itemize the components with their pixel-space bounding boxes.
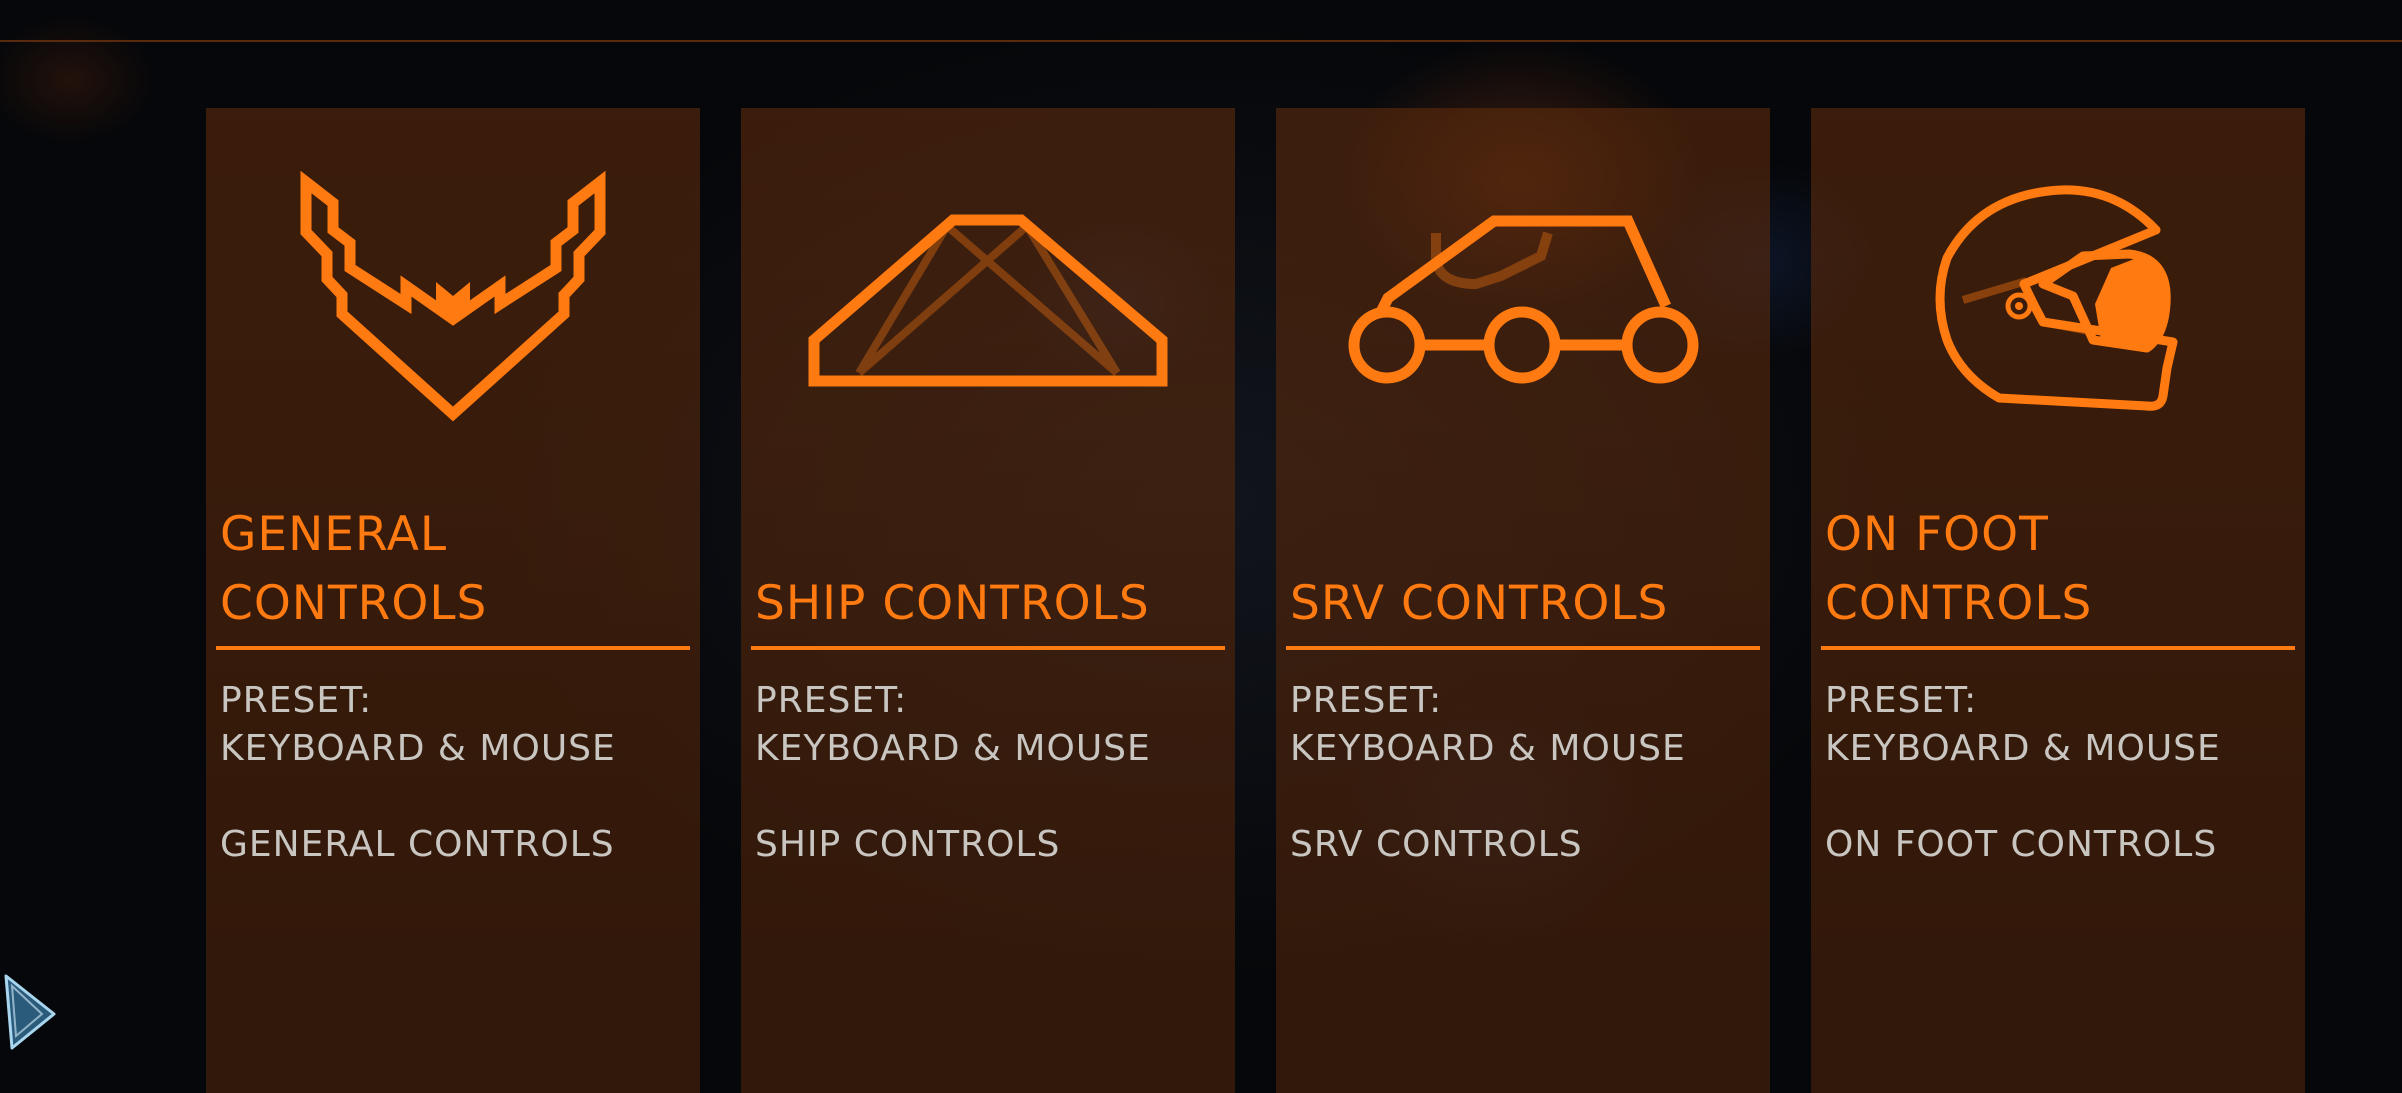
card-general-controls[interactable]: GENERAL CONTROLS PRESET: KEYBOARD & MOUS… [206, 108, 700, 1093]
section-label: ON FOOT CONTROLS [1825, 824, 2218, 865]
section-label: GENERAL CONTROLS [220, 824, 615, 865]
preset-value: KEYBOARD & MOUSE [1290, 728, 1686, 769]
preset-value: KEYBOARD & MOUSE [755, 728, 1151, 769]
card-title: GENERAL CONTROLS [220, 507, 488, 631]
preset-label: PRESET: [220, 680, 373, 721]
section-label: SRV CONTROLS [1290, 824, 1583, 865]
title-underline [751, 646, 1225, 650]
title-underline [216, 646, 690, 650]
card-on-foot-controls[interactable]: ON FOOT CONTROLS PRESET: KEYBOARD & MOUS… [1811, 108, 2305, 1093]
preset-label: PRESET: [755, 680, 908, 721]
preset-label: PRESET: [1290, 680, 1443, 721]
top-divider [0, 40, 2402, 42]
section-label: SHIP CONTROLS [755, 824, 1061, 865]
srv-buggy-icon [1276, 108, 1770, 448]
title-underline [1286, 646, 1760, 650]
card-title: SHIP CONTROLS [755, 576, 1150, 631]
ship-icon [741, 108, 1235, 448]
mouse-pointer-icon [2, 972, 58, 1052]
title-underline [1821, 646, 2295, 650]
preset-value: KEYBOARD & MOUSE [1825, 728, 2221, 769]
preset-value: KEYBOARD & MOUSE [220, 728, 616, 769]
general-controls-icon [206, 108, 700, 448]
preset-label: PRESET: [1825, 680, 1978, 721]
card-srv-controls[interactable]: SRV CONTROLS PRESET: KEYBOARD & MOUSE SR… [1276, 108, 1770, 1093]
card-title: ON FOOT CONTROLS [1825, 507, 2093, 631]
card-ship-controls[interactable]: SHIP CONTROLS PRESET: KEYBOARD & MOUSE S… [741, 108, 1235, 1093]
helmet-icon [1811, 108, 2305, 448]
card-title: SRV CONTROLS [1290, 576, 1669, 631]
